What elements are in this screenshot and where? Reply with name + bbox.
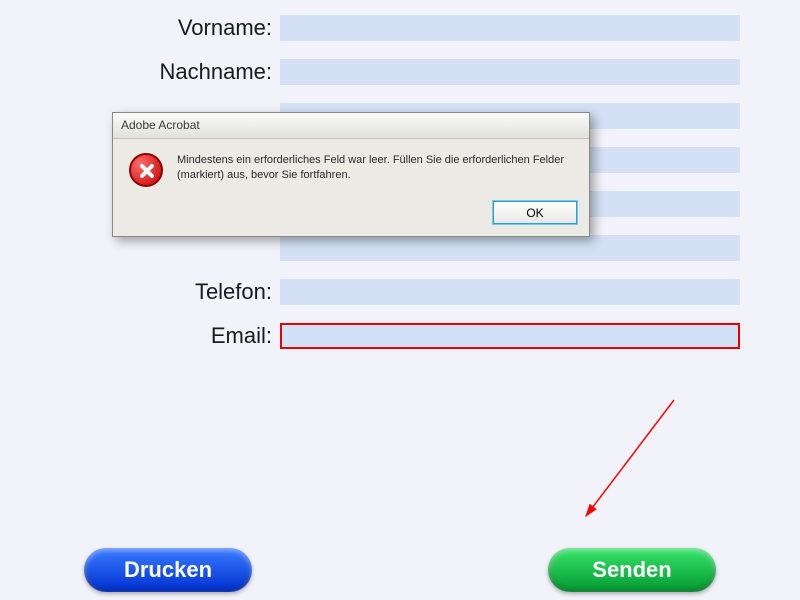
error-icon — [129, 153, 163, 187]
print-button[interactable]: Drucken — [84, 548, 252, 592]
label-nachname: Nachname: — [0, 59, 280, 85]
error-dialog: Adobe Acrobat Mindestens ein erforderlic… — [112, 112, 590, 237]
send-button[interactable]: Senden — [548, 548, 716, 592]
ok-button[interactable]: OK — [493, 201, 577, 224]
input-row6[interactable] — [280, 235, 740, 261]
label-vorname: Vorname: — [0, 15, 280, 41]
input-telefon[interactable] — [280, 279, 740, 305]
dialog-message: Mindestens ein erforderliches Feld war l… — [177, 153, 573, 187]
input-email[interactable] — [280, 323, 740, 349]
label-telefon: Telefon: — [0, 279, 280, 305]
input-vorname[interactable] — [280, 15, 740, 41]
label-email: Email: — [0, 323, 280, 349]
annotation-arrow-icon — [572, 396, 682, 526]
input-nachname[interactable] — [280, 59, 740, 85]
dialog-title: Adobe Acrobat — [113, 113, 589, 139]
